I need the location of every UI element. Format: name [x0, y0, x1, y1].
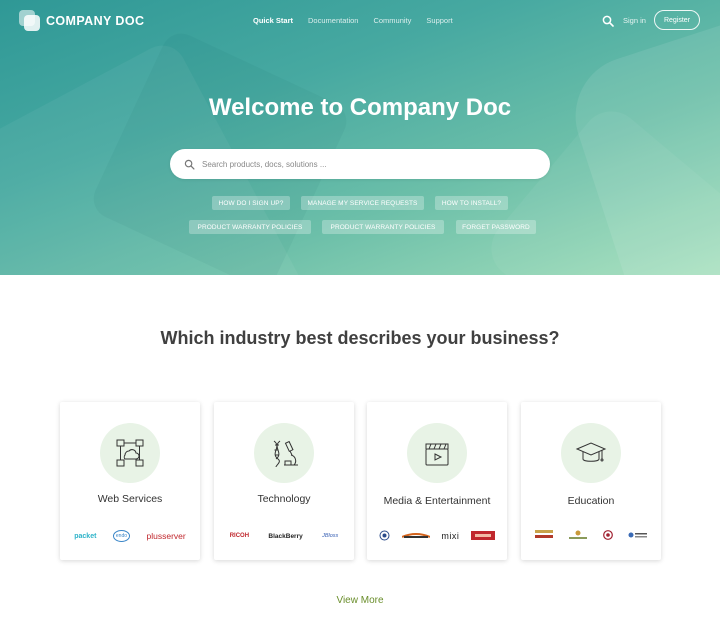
nav-quick-start[interactable]: Quick Start [253, 16, 293, 25]
brand-logo[interactable]: COMPANY DOC [19, 10, 144, 31]
client-logo: mixi [441, 531, 460, 541]
graduation-cap-icon [575, 442, 607, 462]
search-input[interactable] [202, 159, 532, 169]
quick-link-chip[interactable]: PRODUCT WARRANTY POLICIES [189, 220, 311, 234]
sign-in-link[interactable]: Sign in [623, 16, 646, 25]
client-logo [379, 530, 390, 543]
client-logo: packet [74, 532, 97, 540]
industry-card-education[interactable]: Education [521, 402, 661, 560]
card-icon-circle [407, 423, 467, 483]
quick-link-chip[interactable]: PRODUCT WARRANTY POLICIES [322, 220, 444, 234]
card-icon-circle [561, 423, 621, 483]
client-logos [527, 528, 655, 544]
card-title: Media & Entertainment [383, 495, 491, 507]
nav-documentation[interactable]: Documentation [308, 16, 358, 25]
client-logo: plusserver [146, 531, 186, 541]
card-title: Education [567, 495, 615, 507]
client-logo [568, 530, 588, 542]
section-title: Which industry best describes your busin… [160, 328, 560, 348]
client-logo: endo [112, 530, 131, 542]
client-logo: RICOH [229, 533, 250, 539]
client-logo [534, 530, 553, 542]
client-logos: packet endo plusserver [66, 528, 194, 544]
card-title: Web Services [97, 493, 163, 505]
network-icon [116, 439, 144, 467]
industry-card-technology[interactable]: Technology RICOH BlackBerry JBloss [214, 402, 354, 560]
hero-title: Welcome to Company Doc [208, 94, 512, 121]
client-logo [401, 531, 431, 541]
search-box [170, 149, 550, 179]
logo-icon [19, 10, 40, 31]
industry-card-web-services[interactable]: Web Services packet endo plusserver [60, 402, 200, 560]
client-logo [471, 530, 496, 542]
client-logo [602, 530, 613, 542]
main-nav: Quick Start Documentation Community Supp… [253, 16, 468, 25]
search-icon[interactable] [602, 15, 614, 27]
client-logo [628, 530, 648, 542]
quick-link-chip[interactable]: HOW DO I SIGN UP? [212, 196, 290, 210]
quick-link-chip[interactable]: FORGET PASSWORD [456, 220, 536, 234]
client-logo: BlackBerry [268, 532, 303, 540]
card-title: Technology [257, 493, 311, 505]
client-logos: mixi [373, 528, 501, 544]
quick-link-chip[interactable]: HOW TO INSTALL? [435, 196, 508, 210]
clapperboard-icon [425, 443, 449, 466]
view-more-link[interactable]: View More [0, 595, 720, 606]
brand-name: COMPANY DOC [46, 13, 145, 28]
industry-card-media-entertainment[interactable]: Media & Entertainment mixi [367, 402, 507, 560]
quick-link-chip[interactable]: MANAGE MY SERVICE REQUESTS [301, 196, 424, 210]
dna-microscope-icon [273, 440, 298, 468]
search-icon [184, 159, 195, 170]
client-logos: RICOH BlackBerry JBloss [220, 528, 348, 544]
card-icon-circle [254, 423, 314, 483]
hero-banner: COMPANY DOC Quick Start Documentation Co… [0, 0, 720, 275]
nav-community[interactable]: Community [373, 16, 411, 25]
client-logo: JBloss [322, 533, 339, 539]
register-button[interactable]: Register [654, 10, 700, 30]
nav-support[interactable]: Support [426, 16, 452, 25]
card-icon-circle [100, 423, 160, 483]
